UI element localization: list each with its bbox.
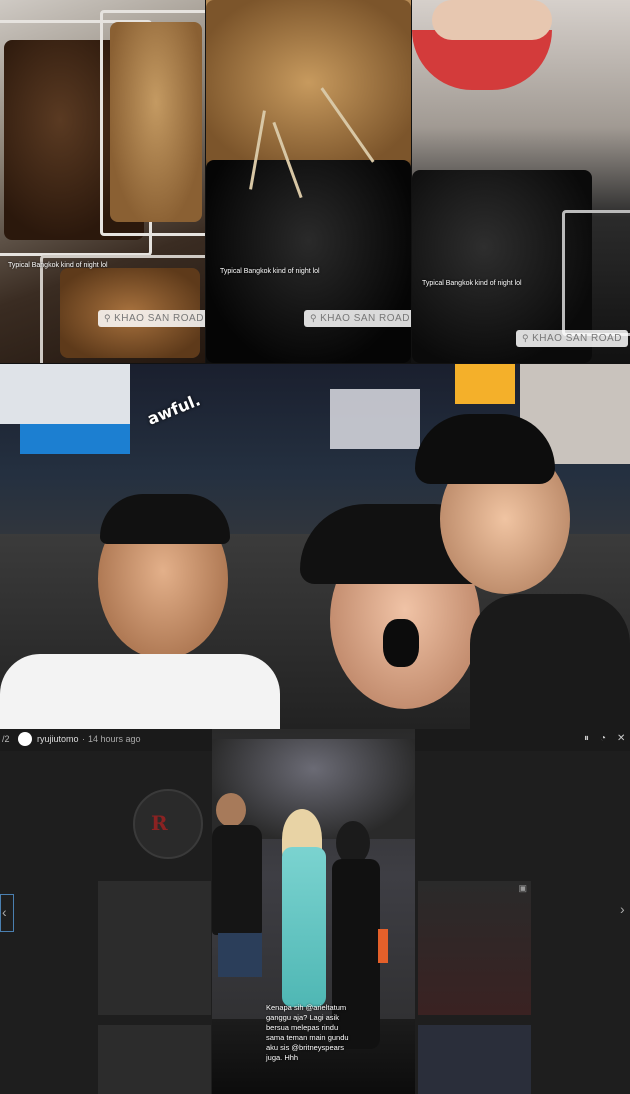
location-pin-icon: ⚲ <box>310 313 318 323</box>
person-right-hair <box>415 414 555 484</box>
fried-scorpions <box>206 160 411 363</box>
next-arrow-icon[interactable]: › <box>620 901 625 917</box>
profile-avatar-dimmed: R <box>133 789 203 859</box>
video-icon: ▣ <box>518 883 527 893</box>
street-sign <box>330 389 420 449</box>
person-man-head <box>216 793 246 827</box>
story-viewer: /2 ryujiutomo · 14 hours ago ⏸ ◔ ✕ R ▣ ‹… <box>0 729 630 1094</box>
person-left-hair <box>100 494 230 544</box>
story-caption: Kenapa sih @arieltatum ganggu aja? Lagi … <box>266 1003 349 1062</box>
grid-thumbnail[interactable] <box>418 1025 531 1094</box>
avatar[interactable] <box>18 732 32 746</box>
awful-sticker: awful. <box>144 390 204 429</box>
location-sticker[interactable]: ⚲ KHAO SAN ROAD <box>516 330 628 347</box>
hand <box>432 0 552 40</box>
location-pin-icon: ⚲ <box>522 333 530 343</box>
previous-arrow-icon[interactable]: ‹ <box>0 894 14 932</box>
fried-larvae <box>206 0 411 165</box>
person-man-shirt <box>212 825 262 935</box>
story-panel-1: Typical Bangkok kind of night lol ⚲ KHAO … <box>0 0 205 363</box>
scorpion-on-cheek <box>383 619 419 667</box>
username[interactable]: ryujiutomo <box>37 734 79 744</box>
location-sticker[interactable]: ⚲ KHAO SAN ROAD <box>304 310 411 327</box>
fried-larvae <box>110 22 202 222</box>
story-caption: Typical Bangkok kind of night lol <box>220 268 320 275</box>
person-left-shirt <box>0 654 280 729</box>
logo: R <box>151 811 168 835</box>
timestamp: 14 hours ago <box>88 734 141 744</box>
story-caption: Typical Bangkok kind of night lol <box>422 280 522 287</box>
close-icon[interactable]: ✕ <box>617 733 625 744</box>
story-caption: Typical Bangkok kind of night lol <box>8 262 108 269</box>
street-sign <box>455 364 515 404</box>
location-sticker[interactable]: ⚲ KHAO SAN ROAD <box>98 310 205 327</box>
grid-thumbnail[interactable] <box>98 881 211 1015</box>
building <box>0 364 130 424</box>
story-panel-2: Typical Bangkok kind of night lol ⚲ KHAO … <box>206 0 411 363</box>
person-right-jacket <box>470 594 630 729</box>
story-panel-3: Typical Bangkok kind of night lol ⚲ KHAO … <box>412 0 630 363</box>
orange-bag <box>378 929 388 963</box>
grid-thumbnail[interactable] <box>98 1025 211 1094</box>
selfie-photo: awful. <box>0 364 630 729</box>
person-man-shorts <box>218 933 262 977</box>
food-tray <box>562 210 630 336</box>
grid-thumbnail[interactable]: ▣ <box>418 881 531 1015</box>
location-pin-icon: ⚲ <box>104 313 112 323</box>
pause-icon[interactable]: ⏸ <box>584 733 589 744</box>
story-counter: /2 <box>2 734 10 744</box>
mute-icon[interactable]: ◔ <box>600 733 606 744</box>
person-blonde-dress <box>282 847 326 1007</box>
